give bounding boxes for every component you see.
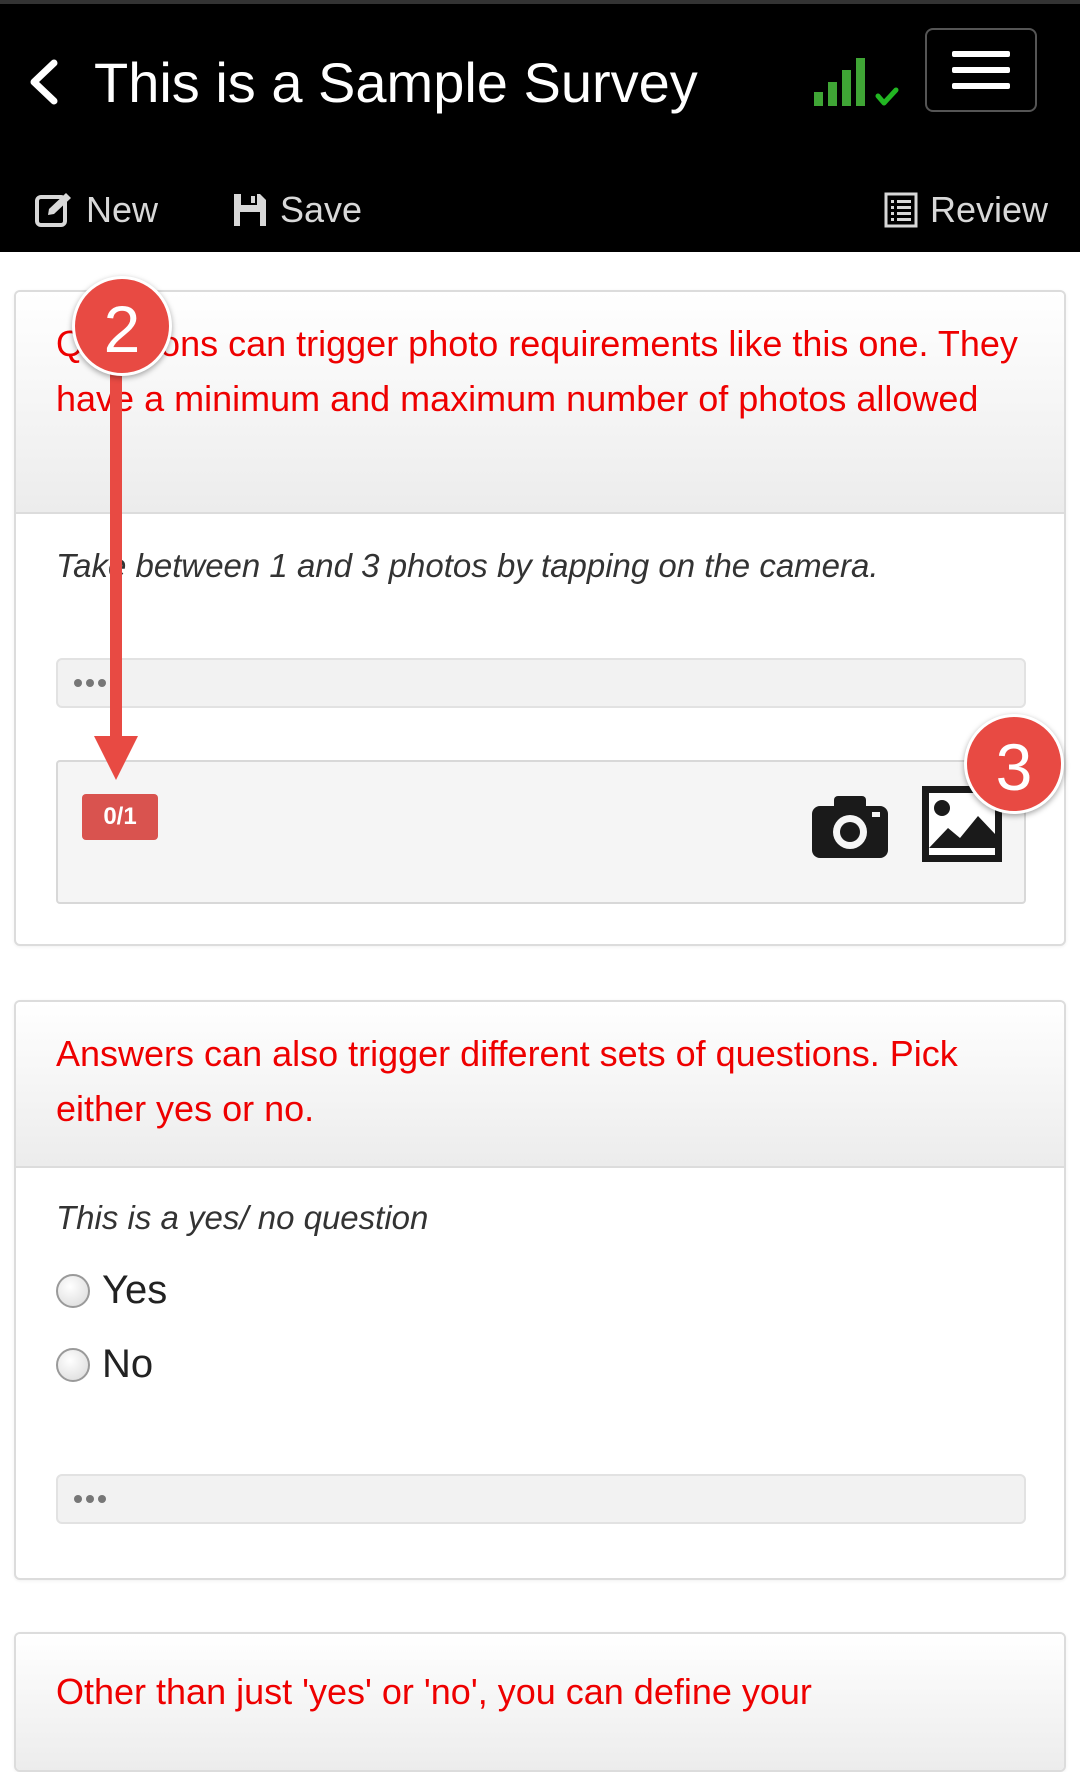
question-card-yes-no: Answers can also trigger different sets … — [14, 1000, 1066, 1580]
page-title: This is a Sample Survey — [94, 51, 698, 114]
list-icon — [884, 192, 918, 228]
more-dots-icon — [74, 679, 106, 687]
back-button[interactable] — [18, 52, 68, 112]
new-button-label: New — [86, 189, 159, 230]
option-label: Yes — [102, 1268, 168, 1312]
more-options-bar[interactable] — [56, 658, 1026, 708]
question-card-custom: Other than just 'yes' or 'no', you can d… — [14, 1632, 1066, 1772]
more-dots-icon — [74, 1495, 106, 1503]
question-heading: Answers can also trigger different sets … — [16, 1002, 1064, 1168]
question-heading: Questions can trigger photo requirements… — [16, 292, 1064, 514]
question-heading: Other than just 'yes' or 'no', you can d… — [16, 1634, 1064, 1770]
chevron-left-icon — [30, 59, 58, 105]
more-options-bar[interactable] — [56, 1474, 1026, 1524]
save-button-label: Save — [280, 189, 363, 230]
edit-icon — [35, 193, 71, 227]
review-button-label: Review — [930, 189, 1049, 230]
signal-strength-icon — [812, 48, 904, 108]
callout-badge-3: 3 — [964, 714, 1064, 814]
hamburger-menu-button[interactable] — [925, 28, 1037, 112]
menu-bar — [952, 51, 1010, 57]
option-no[interactable]: No — [56, 1342, 153, 1387]
question-prompt: Take between 1 and 3 photos by tapping o… — [56, 547, 879, 584]
floppy-disk-icon — [234, 194, 266, 226]
question-prompt: This is a yes/ no question — [56, 1199, 429, 1236]
question-card-photo: Questions can trigger photo requirements… — [14, 290, 1066, 946]
save-button[interactable]: Save — [232, 180, 362, 240]
callout-badge-2: 2 — [72, 276, 172, 376]
option-label: No — [102, 1342, 154, 1386]
menu-bar — [952, 67, 1010, 73]
photo-count-badge: 0/1 — [82, 794, 158, 840]
photo-capture-area: 0/1 — [56, 760, 1026, 904]
option-yes[interactable]: Yes — [56, 1268, 167, 1313]
new-button[interactable]: New — [34, 180, 158, 240]
review-button[interactable]: Review — [884, 180, 1048, 240]
menu-bar — [952, 83, 1010, 89]
radio-button[interactable] — [56, 1347, 90, 1382]
camera-icon[interactable] — [810, 792, 890, 860]
radio-button[interactable] — [56, 1273, 90, 1308]
app-header: This is a Sample Survey New Save Review — [0, 0, 1080, 252]
